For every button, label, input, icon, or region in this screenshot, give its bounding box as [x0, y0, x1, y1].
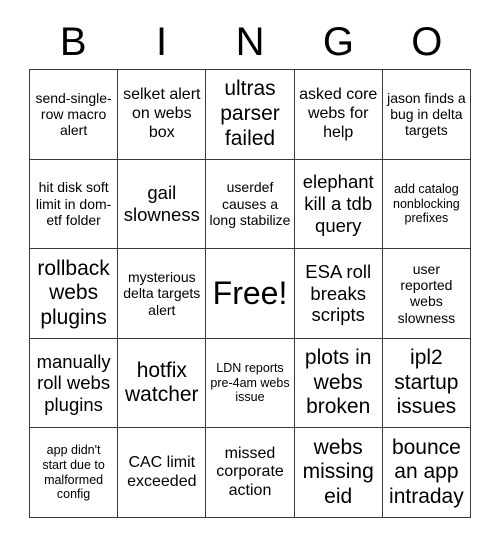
- bingo-grid: send-single-row macro alert selket alert…: [29, 69, 471, 518]
- bingo-card: B I N G O send-single-row macro alert se…: [0, 0, 500, 544]
- bingo-cell-text: LDN reports pre-4am webs issue: [210, 361, 290, 405]
- bingo-cell[interactable]: CAC limit exceeded: [118, 428, 207, 518]
- bingo-cell[interactable]: gail slowness: [118, 159, 207, 250]
- bingo-cell[interactable]: hotfix watcher: [118, 338, 207, 429]
- bingo-cell-text: hotfix watcher: [125, 358, 199, 407]
- bingo-cell-text: mysterious delta targets alert: [123, 268, 201, 318]
- bingo-cell-text: asked core webs for help: [299, 86, 378, 141]
- bingo-cell-text: ultras parser failed: [220, 77, 280, 150]
- bingo-cell-free-space[interactable]: Free!: [206, 249, 295, 339]
- free-space-label: Free!: [212, 274, 288, 311]
- bingo-cell[interactable]: manually roll webs plugins: [30, 338, 119, 429]
- bingo-cell[interactable]: missed corporate action: [206, 428, 295, 518]
- bingo-cell[interactable]: asked core webs for help: [294, 70, 383, 160]
- bingo-cell-text: missed corporate action: [216, 444, 284, 500]
- header-letter-i: I: [156, 19, 168, 64]
- bingo-cell-text: bounce an app intraday: [389, 435, 464, 508]
- header-letter-n: N: [235, 19, 265, 64]
- bingo-cell-text: userdef causes a long stabilize: [209, 179, 291, 229]
- header-letter-g: G: [322, 19, 354, 64]
- bingo-cell[interactable]: send-single-row macro alert: [30, 70, 119, 160]
- bingo-header-letters: B I N G O: [29, 14, 471, 69]
- bingo-cell-text: manually roll webs plugins: [36, 350, 111, 415]
- bingo-cell[interactable]: jason finds a bug in delta targets: [382, 70, 471, 160]
- bingo-cell[interactable]: plots in webs broken: [294, 338, 383, 429]
- bingo-cell-text: selket alert on webs box: [123, 86, 201, 141]
- bingo-cell[interactable]: hit disk soft limit in dom-etf folder: [30, 159, 119, 250]
- bingo-cell-text: plots in webs broken: [304, 346, 372, 419]
- header-letter-o: O: [411, 19, 443, 64]
- bingo-cell-text: user reported webs slowness: [397, 260, 456, 326]
- bingo-cell[interactable]: selket alert on webs box: [118, 70, 207, 160]
- bingo-cell-text: ipl2 startup issues: [394, 346, 459, 419]
- bingo-cell-text: send-single-row macro alert: [35, 89, 112, 139]
- bingo-cell[interactable]: app didn't start due to malformed config: [30, 428, 119, 518]
- bingo-cell-text: ESA roll breaks scripts: [305, 261, 372, 326]
- bingo-cell[interactable]: ultras parser failed: [206, 70, 295, 160]
- bingo-cell[interactable]: webs missing eid: [294, 428, 383, 518]
- bingo-cell[interactable]: LDN reports pre-4am webs issue: [206, 338, 295, 429]
- bingo-cell[interactable]: rollback webs plugins: [30, 249, 119, 339]
- bingo-cell-text: app didn't start due to malformed config: [42, 443, 105, 502]
- bingo-cell-text: add catalog nonblocking prefixes: [393, 181, 460, 226]
- bingo-cell[interactable]: ipl2 startup issues: [382, 338, 471, 429]
- bingo-cell-text: elephant kill a tdb query: [302, 171, 374, 236]
- bingo-cell-text: rollback webs plugins: [37, 256, 110, 329]
- bingo-cell[interactable]: mysterious delta targets alert: [118, 249, 207, 339]
- bingo-cell[interactable]: ESA roll breaks scripts: [294, 249, 383, 339]
- bingo-cell[interactable]: add catalog nonblocking prefixes: [382, 159, 471, 250]
- bingo-cell-text: gail slowness: [123, 182, 200, 225]
- bingo-cell[interactable]: userdef causes a long stabilize: [206, 159, 295, 250]
- bingo-cell-text: hit disk soft limit in dom-etf folder: [35, 179, 112, 229]
- bingo-cell[interactable]: elephant kill a tdb query: [294, 159, 383, 250]
- bingo-cell-text: webs missing eid: [302, 435, 374, 508]
- bingo-cell[interactable]: user reported webs slowness: [382, 249, 471, 339]
- bingo-cell-text: jason finds a bug in delta targets: [387, 89, 466, 139]
- bingo-cell[interactable]: bounce an app intraday: [382, 428, 471, 518]
- bingo-cell-text: CAC limit exceeded: [127, 453, 197, 490]
- header-letter-b: B: [59, 19, 87, 64]
